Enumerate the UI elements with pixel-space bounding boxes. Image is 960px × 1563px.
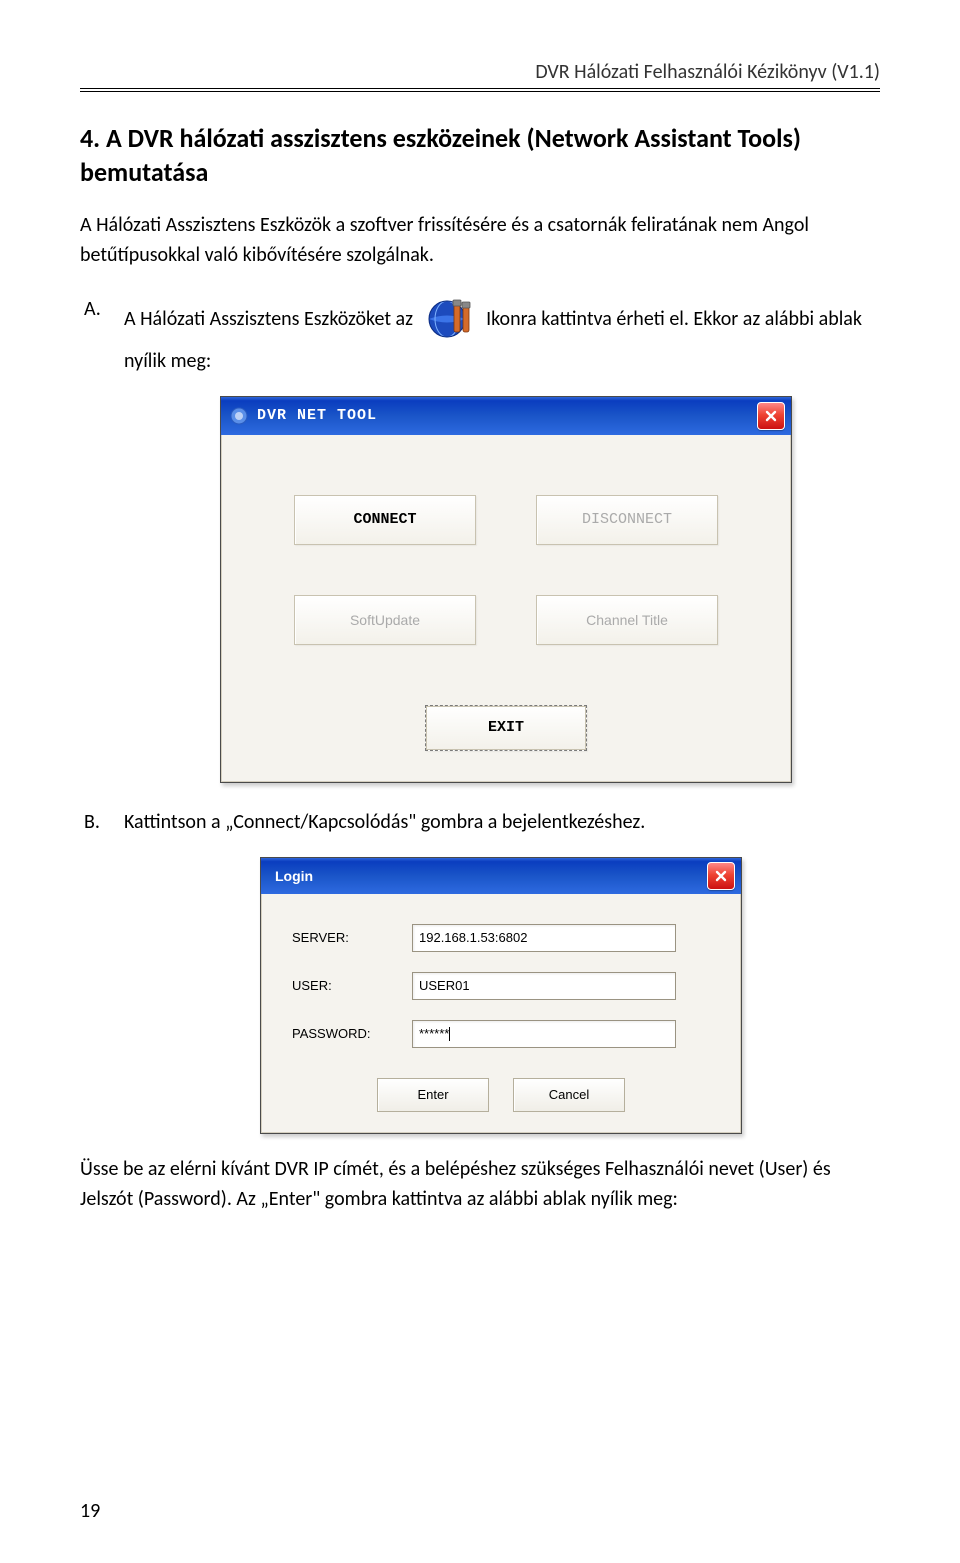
header-doc-title: DVR Hálózati Felhasználói Kézikönyv (V1.… bbox=[80, 60, 880, 88]
connect-button[interactable]: CONNECT bbox=[294, 495, 476, 545]
login-close-button[interactable] bbox=[707, 862, 735, 890]
exit-button[interactable]: EXIT bbox=[425, 705, 587, 751]
dvr-tool-body: CONNECT DISCONNECT SoftUpdate Channel Ti… bbox=[221, 435, 791, 782]
exit-row: EXIT bbox=[262, 705, 750, 751]
channel-title-button[interactable]: Channel Title bbox=[536, 595, 718, 645]
list-text-b: Kattintson a „Connect/Kapcsolódás" gombr… bbox=[124, 807, 880, 837]
server-input[interactable]: 192.168.1.53:6802 bbox=[412, 924, 676, 952]
server-value: 192.168.1.53:6802 bbox=[419, 930, 527, 945]
password-input[interactable]: ****** bbox=[412, 1020, 676, 1048]
password-row: PASSWORD: ****** bbox=[292, 1020, 710, 1048]
server-row: SERVER: 192.168.1.53:6802 bbox=[292, 924, 710, 952]
item-a-pre: A Hálózati Asszisztens Eszközöket az bbox=[124, 306, 418, 330]
login-window: Login SERVER: 192.168.1.53:6802 USER: US… bbox=[260, 857, 742, 1134]
close-icon bbox=[715, 870, 727, 882]
softupdate-button[interactable]: SoftUpdate bbox=[294, 595, 476, 645]
login-title: Login bbox=[275, 868, 707, 884]
header-rule bbox=[80, 88, 880, 92]
list-text-a: A Hálózati Asszisztens Eszközöket az Iko… bbox=[124, 294, 880, 376]
user-label: USER: bbox=[292, 978, 412, 993]
login-titlebar: Login bbox=[261, 858, 741, 894]
list-letter-a: A. bbox=[80, 294, 124, 324]
password-value: ****** bbox=[419, 1026, 449, 1041]
password-label: PASSWORD: bbox=[292, 1026, 412, 1041]
page-number: 19 bbox=[80, 1499, 100, 1523]
dvr-tool-title: DVR NET TOOL bbox=[257, 407, 757, 424]
login-body: SERVER: 192.168.1.53:6802 USER: USER01 P… bbox=[261, 894, 741, 1133]
app-icon bbox=[229, 406, 249, 426]
disconnect-button[interactable]: DISCONNECT bbox=[536, 495, 718, 545]
text-caret bbox=[449, 1027, 450, 1041]
section-title: 4. A DVR hálózati asszisztens eszközeine… bbox=[80, 122, 880, 190]
globe-tools-icon bbox=[424, 294, 476, 346]
close-icon bbox=[765, 410, 777, 422]
closing-paragraph: Üsse be az elérni kívánt DVR IP címét, é… bbox=[80, 1154, 880, 1214]
close-button[interactable] bbox=[757, 402, 785, 430]
server-label: SERVER: bbox=[292, 930, 412, 945]
intro-paragraph: A Hálózati Asszisztens Eszközök a szoftv… bbox=[80, 210, 880, 270]
enter-button[interactable]: Enter bbox=[377, 1078, 489, 1112]
user-row: USER: USER01 bbox=[292, 972, 710, 1000]
button-row-1: CONNECT DISCONNECT bbox=[262, 495, 750, 545]
page: DVR Hálózati Felhasználói Kézikönyv (V1.… bbox=[0, 0, 960, 1563]
user-input[interactable]: USER01 bbox=[412, 972, 676, 1000]
dvr-net-tool-window: DVR NET TOOL CONNECT DISCONNECT SoftUpda… bbox=[220, 396, 792, 783]
dvr-tool-titlebar: DVR NET TOOL bbox=[221, 397, 791, 435]
button-row-2: SoftUpdate Channel Title bbox=[262, 595, 750, 645]
cancel-button[interactable]: Cancel bbox=[513, 1078, 625, 1112]
list-item-b: B. Kattintson a „Connect/Kapcsolódás" go… bbox=[80, 807, 880, 837]
list-letter-b: B. bbox=[80, 807, 124, 837]
list-item-a: A. A Hálózati Asszisztens Eszközöket az … bbox=[80, 294, 880, 376]
login-button-row: Enter Cancel bbox=[292, 1078, 710, 1112]
user-value: USER01 bbox=[419, 978, 470, 993]
